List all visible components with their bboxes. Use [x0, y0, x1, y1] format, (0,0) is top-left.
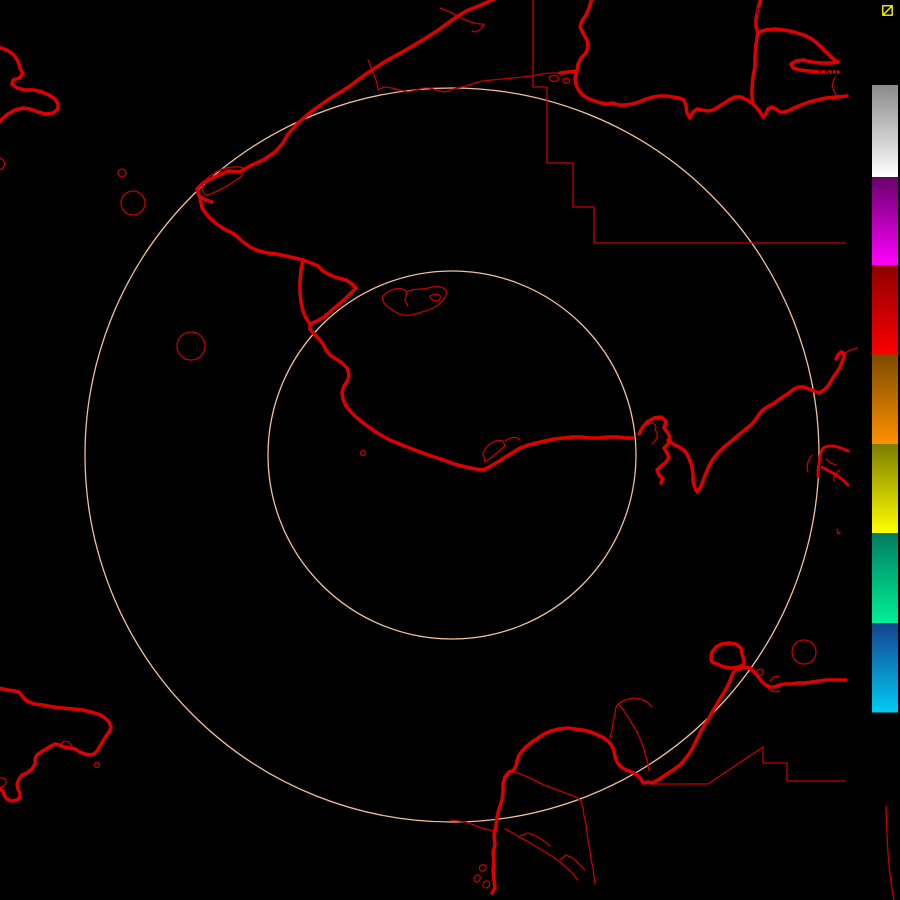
range-rings [84, 87, 820, 823]
colorbar-tick-label: 60 [850, 280, 867, 297]
colorbar-tick-label: 65 [850, 239, 867, 256]
range-ring-50nmi [267, 270, 637, 640]
colorbar-tick-label: 50 [850, 363, 867, 380]
radar-map [0, 0, 895, 900]
colorbar-tick-label: 35 [850, 488, 867, 504]
brand-title: NEXLAB-College of DuPage [706, 5, 877, 19]
range-ring-label-50nmi: 50 NMI [434, 257, 479, 271]
colorbar-tick-label: 75 [850, 156, 867, 173]
colorbar-tick-label: 40 [850, 446, 867, 463]
legend-title: NIDS [864, 54, 893, 68]
range-ring-100nmi [84, 87, 820, 823]
colorbar-tick-label: 80 [850, 114, 867, 131]
colorbar [872, 85, 898, 800]
colorbar-tick-label: 15 [850, 653, 867, 670]
box-diagonal-icon [882, 5, 893, 16]
colorbar-tick-label: 5 [858, 736, 867, 753]
colorbar-tick-label: 45 [850, 405, 867, 422]
colorbar-tick-label: 30 [850, 529, 867, 546]
colorbar-tick-label: 25 [850, 570, 867, 587]
colorbar-tick-label: 70 [850, 197, 867, 214]
colorbar-tick-label: 0 [858, 778, 867, 795]
colorbar-tick-label: 10 [850, 695, 867, 712]
radar-display: NEXLAB-College of DuPage NIDS [kg/m2] 80… [0, 0, 900, 900]
product-title: DIGITAL VERTICALLY INTEGRATED LIQUID (VI… [163, 886, 750, 900]
colorbar-tick-label: 55 [850, 322, 867, 339]
colorbar-tick-label: 20 [850, 612, 867, 629]
range-ring-label-100nmi: 100 NMI [428, 71, 480, 85]
coastline-detail [0, 7, 858, 889]
coastline-main [0, 0, 849, 895]
legend-units: [kg/m2] [816, 64, 867, 78]
